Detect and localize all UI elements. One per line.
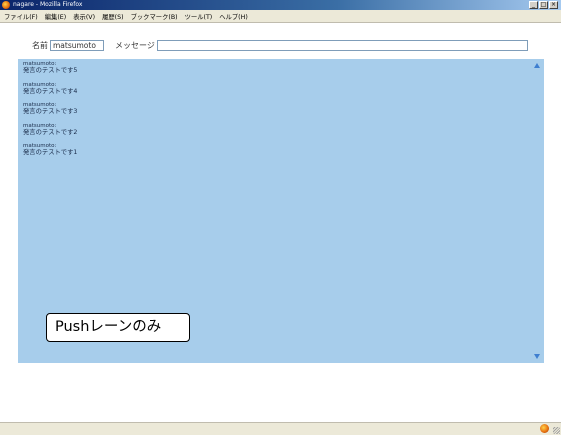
message-text: 発言のテストです4	[23, 87, 78, 95]
menu-help[interactable]: ヘルプ(H)	[219, 12, 248, 21]
message-text: 発言のテストです2	[23, 128, 78, 136]
menu-file[interactable]: ファイル(F)	[4, 12, 38, 21]
message-list: matsumoto: 発言のテストです5 matsumoto: 発言のテストです…	[23, 61, 77, 164]
minimize-button[interactable]: _	[529, 1, 538, 9]
status-bar	[0, 422, 561, 435]
menu-tools[interactable]: ツール(T)	[185, 12, 213, 21]
window-controls: _ □ ×	[529, 1, 558, 9]
firefox-status-icon	[540, 424, 549, 433]
window-title-bar[interactable]: nagare - Mozilla Firefox _ □ ×	[0, 0, 561, 10]
window-title: nagare - Mozilla Firefox	[13, 1, 83, 8]
resize-grip-icon[interactable]	[553, 427, 560, 434]
list-item: matsumoto: 発言のテストです1	[23, 143, 77, 157]
menu-history[interactable]: 履歴(S)	[102, 12, 124, 21]
firefox-icon	[2, 1, 10, 9]
list-item: matsumoto: 発言のテストです3	[23, 102, 77, 116]
list-item: matsumoto: 発言のテストです5	[23, 61, 77, 75]
menu-view[interactable]: 表示(V)	[73, 12, 95, 21]
message-label: メッセージ	[115, 41, 155, 50]
name-label: 名前	[32, 41, 48, 50]
list-item: matsumoto: 発言のテストです2	[23, 123, 77, 137]
close-button[interactable]: ×	[549, 1, 558, 9]
message-text: 発言のテストです3	[23, 108, 78, 115]
name-input[interactable]	[50, 40, 104, 51]
menu-edit[interactable]: 編集(E)	[45, 12, 67, 21]
scroll-down-arrow-icon[interactable]	[534, 354, 540, 359]
page-content: 名前 メッセージ matsumoto: 発言のテストです5 matsumoto:…	[0, 24, 561, 422]
chat-log-panel[interactable]: matsumoto: 発言のテストです5 matsumoto: 発言のテストです…	[18, 59, 544, 363]
message-input[interactable]	[156, 40, 528, 51]
list-item: matsumoto: 発言のテストです4	[23, 82, 77, 96]
message-text: 発言のテストです1	[23, 149, 78, 156]
menu-bookmarks[interactable]: ブックマーク(B)	[131, 12, 178, 21]
chat-form: 名前 メッセージ	[32, 40, 528, 51]
scroll-up-arrow-icon[interactable]	[534, 63, 540, 68]
message-text: 発言のテストです5	[23, 67, 78, 74]
menu-bar: ファイル(F) 編集(E) 表示(V) 履歴(S) ブックマーク(B) ツール(…	[0, 10, 561, 23]
maximize-button[interactable]: □	[539, 1, 548, 9]
annotation-callout: Pushレーンのみ	[46, 313, 190, 342]
